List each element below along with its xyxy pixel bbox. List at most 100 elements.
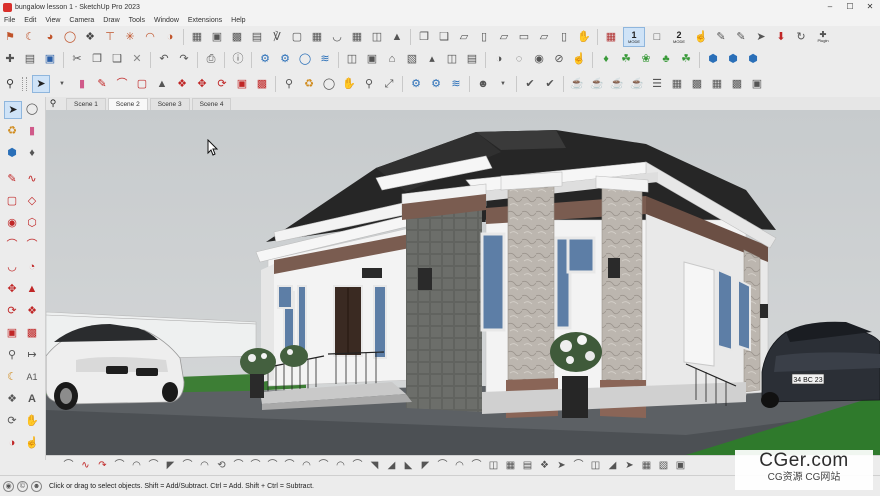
text-tool-icon[interactable]: ⊤ [102, 29, 118, 45]
rectangle-icon[interactable]: ▢ [134, 76, 150, 92]
new-file-icon[interactable]: ✚ [2, 52, 18, 68]
scale-tool-icon[interactable]: ▣ [4, 325, 20, 341]
curve-tool-5-icon[interactable]: ◠ [129, 458, 144, 474]
check-alt-icon[interactable]: ✔ [542, 76, 558, 92]
arc-left-icon[interactable]: ⌒ [4, 237, 20, 253]
move-tool-icon[interactable]: ✥ [4, 281, 20, 297]
edit-icon[interactable]: ✎ [733, 29, 749, 45]
lock-tool-icon[interactable]: ▩ [729, 76, 745, 92]
move-icon[interactable]: ✥ [194, 76, 210, 92]
cabinet-icon[interactable]: ◫ [369, 29, 385, 45]
dropdown-icon[interactable]: ▼ [54, 76, 70, 92]
tag-icon[interactable]: ♦ [24, 145, 40, 161]
pan-icon[interactable]: ✋ [341, 76, 357, 92]
tab-scene-3[interactable]: Scene 3 [149, 98, 190, 110]
menu-extensions[interactable]: Extensions [188, 17, 222, 24]
line-tool-icon[interactable]: ✎ [4, 171, 20, 187]
minimize-icon[interactable]: – [820, 0, 840, 14]
erase-icon[interactable]: ✕ [129, 52, 145, 68]
paint-bucket-icon[interactable]: ♻ [301, 76, 317, 92]
layer-icon[interactable]: ◫ [444, 52, 460, 68]
circle-icon[interactable]: ◉ [4, 215, 20, 231]
pie-icon[interactable]: ◔ [24, 259, 40, 275]
curve-tool-10-icon[interactable]: ⟲ [214, 458, 229, 474]
pencil-icon[interactable]: ✎ [94, 76, 110, 92]
scale-icon[interactable]: ▣ [234, 76, 250, 92]
geo-location-icon[interactable]: ◉ [3, 480, 14, 492]
tape-icon[interactable]: ⚲ [281, 76, 297, 92]
section-icon[interactable]: ◑ [162, 29, 178, 45]
share-model-icon[interactable]: ⚙ [277, 52, 293, 68]
plugin-button[interactable]: ✚ Plugin [813, 28, 833, 46]
select-icon[interactable]: ➤ [32, 75, 50, 93]
paste-icon[interactable]: ❑ [436, 29, 452, 45]
report-icon[interactable]: ▦ [603, 29, 619, 45]
frame-buffer-icon[interactable]: ▦ [669, 76, 685, 92]
circle-tool-icon[interactable]: ◯ [62, 29, 78, 45]
menu-help[interactable]: Help [231, 17, 245, 24]
make-component-icon[interactable]: ◯ [24, 101, 40, 117]
tape-measure-icon[interactable]: ◕ [42, 29, 58, 45]
offset-tool-icon[interactable]: ▩ [24, 325, 40, 341]
curve-tool-20-icon[interactable]: ◢ [384, 458, 399, 474]
menu-window[interactable]: Window [154, 17, 179, 24]
frame-icon[interactable]: ▢ [289, 29, 305, 45]
print-layout-icon[interactable]: ▤ [464, 52, 480, 68]
curve-tool-19-icon[interactable]: ◥ [367, 458, 382, 474]
teapot-settings-icon[interactable]: ☕ [589, 76, 605, 92]
curve-tool-3-icon[interactable]: ↷ [95, 458, 110, 474]
fog-icon[interactable]: ◌ [511, 52, 527, 68]
3d-box-icon[interactable]: ◫ [344, 52, 360, 68]
shadow-icon[interactable]: ◑ [491, 52, 507, 68]
maximize-icon[interactable]: ☐ [840, 0, 860, 14]
tree-icon[interactable]: ♦ [598, 52, 614, 68]
teapot-light-icon[interactable]: ☕ [629, 76, 645, 92]
curve-tool-7-icon[interactable]: ◤ [163, 458, 178, 474]
hand-pointer-icon[interactable]: ☝ [693, 29, 709, 45]
curve-tool-23-icon[interactable]: ⌒ [435, 458, 450, 474]
teapot-icon[interactable]: ☕ [569, 76, 585, 92]
menu-file[interactable]: File [4, 17, 15, 24]
iso-view-icon[interactable]: ▱ [456, 29, 472, 45]
curve-tool-28-icon[interactable]: ▤ [520, 458, 535, 474]
walk-icon[interactable]: ☝ [571, 52, 587, 68]
account-icon[interactable]: ☻ [475, 76, 491, 92]
curve-tool-21-icon[interactable]: ◣ [401, 458, 416, 474]
sun-icon[interactable]: ✳ [122, 29, 138, 45]
eraser-icon[interactable]: ▮ [74, 76, 90, 92]
open-folder-icon[interactable]: ▤ [22, 52, 38, 68]
dimension-icon[interactable]: ⚑ [2, 29, 18, 45]
curve-tool-29-icon[interactable]: ❖ [537, 458, 552, 474]
check-icon[interactable]: ✔ [522, 76, 538, 92]
download-icon[interactable]: ⬇ [773, 29, 789, 45]
menu-camera[interactable]: Camera [69, 17, 94, 24]
curve-tool-17-icon[interactable]: ◠ [333, 458, 348, 474]
curve-tool-4-icon[interactable]: ⌒ [112, 458, 127, 474]
axes-tool-icon[interactable]: ❖ [4, 391, 20, 407]
arc-3-icon[interactable]: ◡ [4, 259, 20, 275]
curve-tool-31-icon[interactable]: ⌒ [571, 458, 586, 474]
zoom-icon[interactable]: ⚲ [2, 76, 18, 92]
rotate-icon[interactable]: ↻ [793, 29, 809, 45]
curve-tool-24-icon[interactable]: ◠ [452, 458, 467, 474]
curve-tool-25-icon[interactable]: ⌒ [469, 458, 484, 474]
cursor-mode-icon[interactable]: ➤ [753, 29, 769, 45]
house-icon[interactable]: ⌂ [384, 52, 400, 68]
roof-icon[interactable]: ▴ [424, 52, 440, 68]
right-view-icon[interactable]: ▭ [516, 29, 532, 45]
curve-tool-14-icon[interactable]: ⌒ [282, 458, 297, 474]
back-view-icon[interactable]: ▱ [536, 29, 552, 45]
cut-icon[interactable]: ✂ [69, 52, 85, 68]
section-plane-icon[interactable]: ◑ [4, 435, 20, 451]
curve-tool-15-icon[interactable]: ◠ [299, 458, 314, 474]
print-icon[interactable]: ⎙ [203, 52, 219, 68]
render-settings-icon[interactable]: ⬢ [725, 52, 741, 68]
asset-icon[interactable]: ▦ [709, 76, 725, 92]
render-view-icon[interactable]: ⬢ [745, 52, 761, 68]
follow-me-icon[interactable]: ❖ [174, 76, 190, 92]
rectangle-tool-icon[interactable]: ▢ [4, 193, 20, 209]
follow-me-tool-icon[interactable]: ❖ [24, 303, 40, 319]
curve-tool-6-icon[interactable]: ⌒ [146, 458, 161, 474]
tab-scene-2[interactable]: Scene 2 [107, 98, 148, 110]
curve-tool-16-icon[interactable]: ⌒ [316, 458, 331, 474]
